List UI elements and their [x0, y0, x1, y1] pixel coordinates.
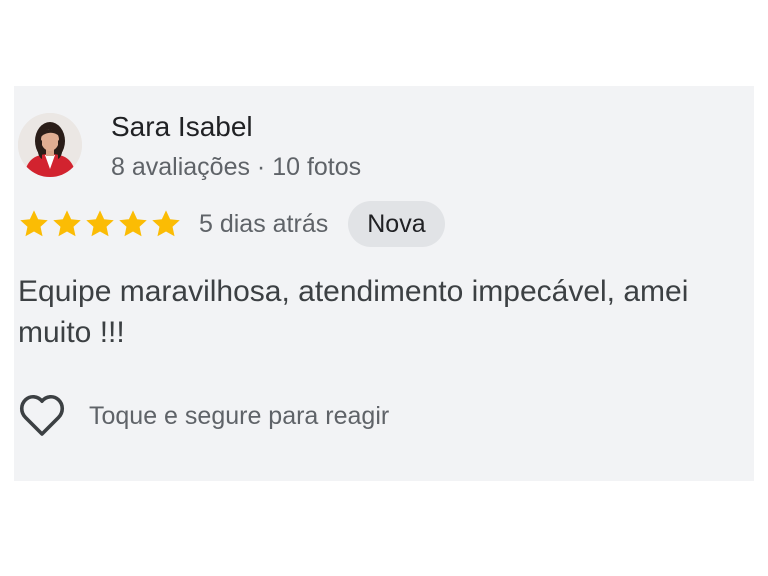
reviewer-name[interactable]: Sara Isabel: [111, 111, 253, 143]
new-badge: Nova: [348, 201, 445, 247]
review-time: 5 dias atrás: [199, 209, 329, 238]
review-card: Sara Isabel 8 avaliações · 10 fotos 5 di…: [14, 86, 754, 481]
react-button[interactable]: Toque e segure para reagir: [18, 394, 389, 438]
review-text: Equipe maravilhosa, atendimento impecáve…: [18, 275, 689, 349]
star-icon: [86, 210, 114, 237]
star-icon: [152, 210, 180, 237]
react-label: Toque e segure para reagir: [89, 401, 390, 430]
reviewer-avatar[interactable]: [18, 113, 82, 177]
star-rating: [18, 208, 183, 240]
star-icon: [53, 210, 81, 237]
star-icon: [119, 210, 147, 237]
heart-outline-icon[interactable]: [18, 394, 66, 438]
rating-row: 5 dias atrás Nova: [18, 201, 445, 247]
star-icon: [20, 210, 48, 237]
reviewer-stats: 8 avaliações · 10 fotos: [111, 153, 362, 181]
